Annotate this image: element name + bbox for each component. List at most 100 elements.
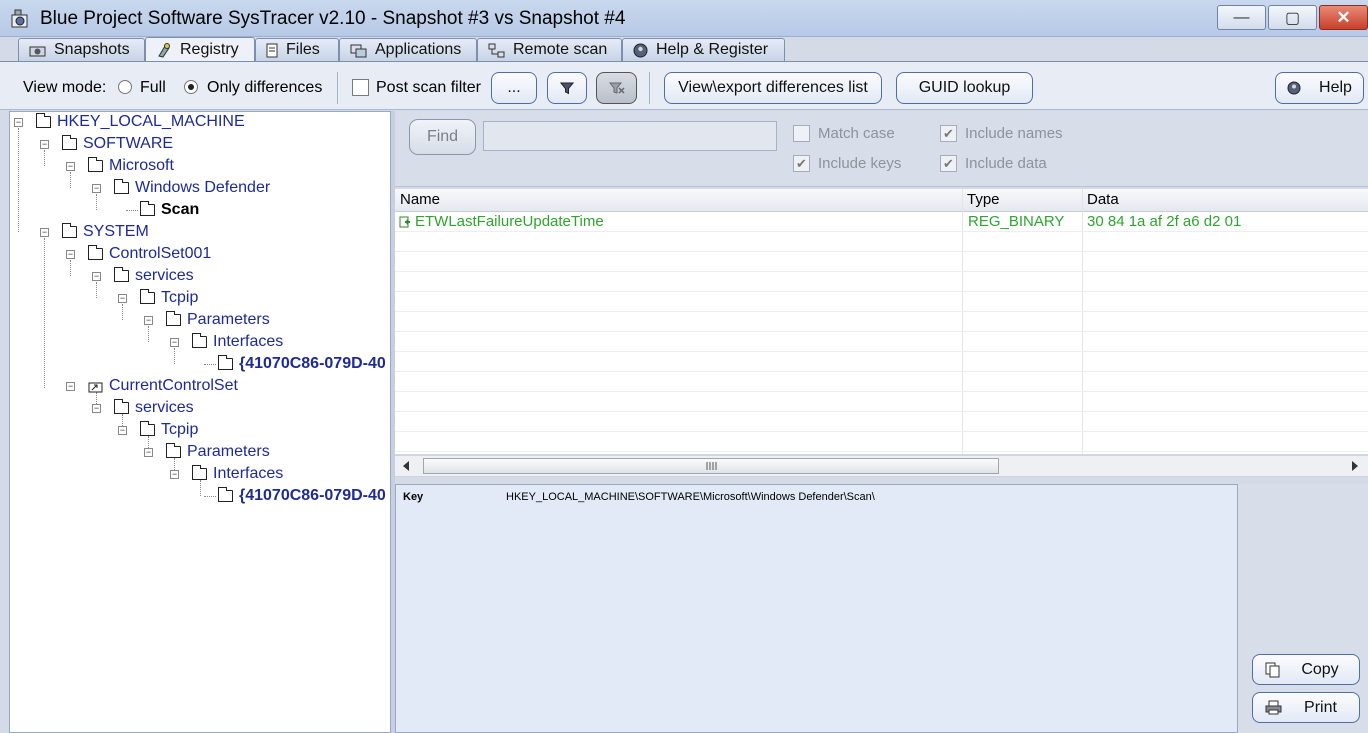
tree-node-parameters[interactable]: Parameters <box>166 310 270 330</box>
post-scan-filter-label[interactable]: Post scan filter <box>376 79 481 97</box>
tree-node-label: {41070C86-079D-40 <box>239 487 386 504</box>
tree-node-label: services <box>135 399 194 416</box>
tree-node-services[interactable]: services <box>114 266 194 286</box>
expander-tcpip[interactable]: − <box>118 294 127 303</box>
expander-hklm[interactable]: − <box>14 118 23 127</box>
tree-node-interfaces[interactable]: Interfaces <box>192 464 283 484</box>
help-label: Help <box>1319 79 1352 96</box>
help-icon <box>633 43 648 57</box>
filter-options-button[interactable]: ... <box>491 72 537 104</box>
view-mode-full-radio[interactable] <box>118 80 132 94</box>
expander-system[interactable]: − <box>40 228 49 237</box>
column-header-type[interactable]: Type <box>967 191 1000 208</box>
scroll-right-icon[interactable] <box>1351 461 1358 471</box>
expander-currentcontrolset[interactable]: − <box>66 382 75 391</box>
clear-filter-button[interactable] <box>596 72 637 104</box>
tab-label: Files <box>286 41 320 58</box>
tab-registry[interactable]: Registry <box>145 37 255 62</box>
tree-node-services[interactable]: services <box>114 398 194 418</box>
expander-tcpip[interactable]: − <box>118 426 127 435</box>
tree-node-interface-guid[interactable]: {41070C86-079D-40 <box>218 354 386 374</box>
help-button[interactable]: Help <box>1275 72 1364 104</box>
apply-filter-button[interactable] <box>547 72 587 104</box>
match-case-label[interactable]: Match case <box>818 125 895 142</box>
folder-icon <box>88 245 103 260</box>
scroll-left-icon[interactable] <box>403 461 410 471</box>
print-button[interactable]: Print <box>1252 692 1360 723</box>
tab-applications[interactable]: Applications <box>339 38 477 61</box>
expander-parameters[interactable]: − <box>144 448 153 457</box>
tree-node-microsoft[interactable]: Microsoft <box>88 156 174 176</box>
tree-node-hklm[interactable]: HKEY_LOCAL_MACHINE <box>36 112 245 132</box>
tree-node-parameters[interactable]: Parameters <box>166 442 270 462</box>
include-keys-checkbox[interactable]: ✔ <box>793 155 810 172</box>
tree-node-label: {41070C86-079D-40 <box>239 355 386 372</box>
scrollbar-thumb[interactable] <box>423 458 999 474</box>
expander-interfaces[interactable]: − <box>170 470 179 479</box>
tab-label: Applications <box>375 41 462 58</box>
tree-node-windows-defender[interactable]: Windows Defender <box>114 178 270 198</box>
expander-software[interactable]: − <box>40 140 49 149</box>
details-panel: Key HKEY_LOCAL_MACHINE\SOFTWARE\Microsof… <box>395 484 1238 733</box>
copy-label: Copy <box>1301 660 1339 678</box>
post-scan-filter-checkbox[interactable] <box>352 79 369 96</box>
registry-tree[interactable]: − − − − − − − − − − − − − − − HKEY_LOCAL… <box>9 111 391 733</box>
added-value-icon <box>399 216 410 228</box>
match-case-checkbox[interactable] <box>793 125 810 142</box>
maximize-button[interactable]: ▢ <box>1268 5 1317 30</box>
copy-button[interactable]: Copy <box>1252 654 1360 685</box>
tree-node-currentcontrolset[interactable]: CurrentControlSet <box>88 376 238 396</box>
include-keys-label[interactable]: Include keys <box>818 155 901 172</box>
find-button[interactable]: Find <box>409 119 476 155</box>
minimize-button[interactable]: — <box>1217 5 1266 30</box>
horizontal-scrollbar[interactable] <box>395 455 1368 477</box>
expander-services[interactable]: − <box>92 404 101 413</box>
printer-icon <box>1265 700 1282 715</box>
tree-connector <box>204 364 216 365</box>
include-names-checkbox[interactable]: ✔ <box>940 125 957 142</box>
values-grid[interactable]: Name Type Data ETWLastFailureUpdateTime … <box>395 189 1368 454</box>
tab-files[interactable]: Files <box>255 38 339 61</box>
view-mode-differences-radio[interactable] <box>184 80 198 94</box>
tree-node-scan[interactable]: Scan <box>140 200 199 220</box>
toolbar: View mode: Full Only differences Post sc… <box>0 61 1368 110</box>
tree-node-software[interactable]: SOFTWARE <box>62 134 173 154</box>
expander-interfaces[interactable]: − <box>170 338 179 347</box>
tree-node-label: Parameters <box>187 443 270 460</box>
tree-node-controlset001[interactable]: ControlSet001 <box>88 244 211 264</box>
tree-node-interface-guid[interactable]: {41070C86-079D-40 <box>218 486 386 506</box>
expander-windows-defender[interactable]: − <box>92 184 101 193</box>
expander-services[interactable]: − <box>92 272 101 281</box>
side-actions: Copy Print <box>1238 484 1368 733</box>
include-data-checkbox[interactable]: ✔ <box>940 155 957 172</box>
tab-snapshots[interactable]: Snapshots <box>18 38 145 61</box>
tree-node-interfaces[interactable]: Interfaces <box>192 332 283 352</box>
tab-remote-scan[interactable]: Remote scan <box>477 38 622 61</box>
find-input[interactable] <box>483 121 777 151</box>
tree-connector <box>96 194 97 210</box>
view-mode-full-label[interactable]: Full <box>140 79 166 97</box>
include-data-label[interactable]: Include data <box>965 155 1047 172</box>
guid-lookup-button[interactable]: GUID lookup <box>896 72 1033 104</box>
tab-help-register[interactable]: Help & Register <box>622 38 785 61</box>
tree-connector <box>126 210 138 211</box>
tree-node-tcpip[interactable]: Tcpip <box>140 288 198 308</box>
column-header-name[interactable]: Name <box>400 191 440 208</box>
column-header-data[interactable]: Data <box>1087 191 1119 208</box>
expander-parameters[interactable]: − <box>144 316 153 325</box>
tree-node-system[interactable]: SYSTEM <box>62 222 149 242</box>
table-row <box>395 372 1368 392</box>
tree-node-label: SOFTWARE <box>83 135 174 152</box>
view-mode-label: View mode: <box>23 79 107 96</box>
close-button[interactable]: ✕ <box>1319 5 1368 30</box>
expander-microsoft[interactable]: − <box>66 162 75 171</box>
tab-label: Snapshots <box>54 41 130 58</box>
folder-icon <box>166 443 181 458</box>
expander-controlset001[interactable]: − <box>66 250 75 259</box>
view-mode-differences-label[interactable]: Only differences <box>207 79 322 97</box>
tab-bar: Snapshots Registry Files Applications Re… <box>0 37 1368 62</box>
table-row[interactable]: ETWLastFailureUpdateTime REG_BINARY 30 8… <box>395 212 1368 232</box>
view-export-differences-button[interactable]: View\export differences list <box>664 72 882 104</box>
include-names-label[interactable]: Include names <box>965 125 1063 142</box>
tree-node-tcpip[interactable]: Tcpip <box>140 420 198 440</box>
